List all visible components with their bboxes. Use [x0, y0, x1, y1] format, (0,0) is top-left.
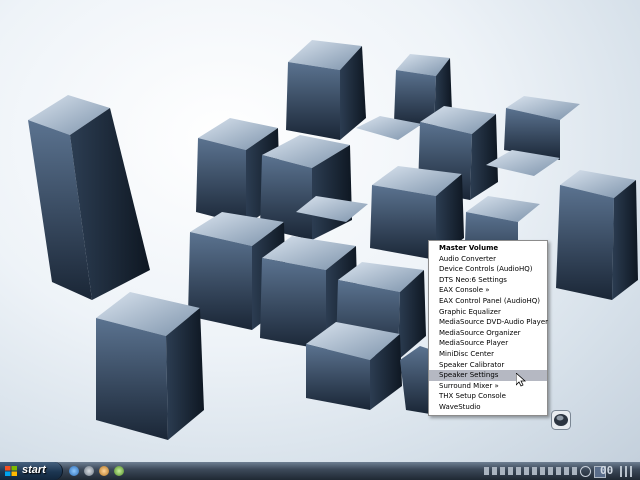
- menu-item-dts-neo6-settings[interactable]: DTS Neo:6 Settings: [429, 275, 547, 286]
- start-button[interactable]: start: [0, 462, 63, 480]
- system-tray: [480, 462, 640, 480]
- quicklaunch-icon-2[interactable]: [84, 466, 94, 476]
- menu-item-device-controls[interactable]: Device Controls (AudioHQ): [429, 264, 547, 275]
- tray-icon[interactable]: [572, 467, 577, 475]
- menu-item-dvd-audio-player[interactable]: MediaSource DVD-Audio Player: [429, 317, 548, 328]
- quicklaunch-icon-4[interactable]: [114, 466, 124, 476]
- menu-item-master-volume[interactable]: Master Volume: [429, 243, 547, 254]
- tray-icon[interactable]: [540, 467, 545, 475]
- speaker-icon[interactable]: [551, 410, 571, 430]
- menu-item-audio-converter[interactable]: Audio Converter: [429, 254, 547, 265]
- quicklaunch-icon-3[interactable]: [99, 466, 109, 476]
- desktop: Master Volume Audio Converter Device Con…: [0, 0, 640, 462]
- tray-icon[interactable]: [564, 467, 569, 475]
- audio-context-menu: Master Volume Audio Converter Device Con…: [428, 240, 548, 416]
- clock[interactable]: 00: [600, 464, 613, 477]
- tray-icon[interactable]: [492, 467, 497, 475]
- mouse-cursor-icon: [516, 373, 526, 387]
- menu-item-mediasource-organizer[interactable]: MediaSource Organizer: [429, 328, 547, 339]
- clock-bars-icon: [620, 466, 622, 477]
- browser-quicklaunch-icon[interactable]: [69, 466, 79, 476]
- start-label: start: [22, 464, 46, 476]
- menu-item-wavestudio[interactable]: WaveStudio: [429, 402, 547, 413]
- clock-tray-icon[interactable]: [580, 466, 591, 477]
- menu-item-eax-console[interactable]: EAX Console »: [429, 285, 547, 296]
- taskbar: start 00: [0, 462, 640, 480]
- menu-item-speaker-calibrator[interactable]: Speaker Calibrator: [429, 360, 547, 371]
- windows-logo-icon: [5, 466, 17, 476]
- tray-icon[interactable]: [532, 467, 537, 475]
- tray-icon[interactable]: [556, 467, 561, 475]
- menu-item-minidisc-center[interactable]: MiniDisc Center: [429, 349, 547, 360]
- tray-icon[interactable]: [484, 467, 489, 475]
- menu-item-eax-control-panel[interactable]: EAX Control Panel (AudioHQ): [429, 296, 547, 307]
- tray-icon[interactable]: [516, 467, 521, 475]
- tray-icon[interactable]: [508, 467, 513, 475]
- menu-item-surround-mixer[interactable]: Surround Mixer »: [429, 381, 547, 392]
- menu-item-mediasource-player[interactable]: MediaSource Player: [429, 338, 547, 349]
- menu-item-graphic-equalizer[interactable]: Graphic Equalizer: [429, 307, 547, 318]
- tray-icon[interactable]: [500, 467, 505, 475]
- tray-icon[interactable]: [548, 467, 553, 475]
- menu-item-speaker-settings[interactable]: Speaker Settings: [429, 370, 547, 381]
- menu-item-thx-setup-console[interactable]: THX Setup Console: [429, 391, 547, 402]
- tray-icon[interactable]: [524, 467, 529, 475]
